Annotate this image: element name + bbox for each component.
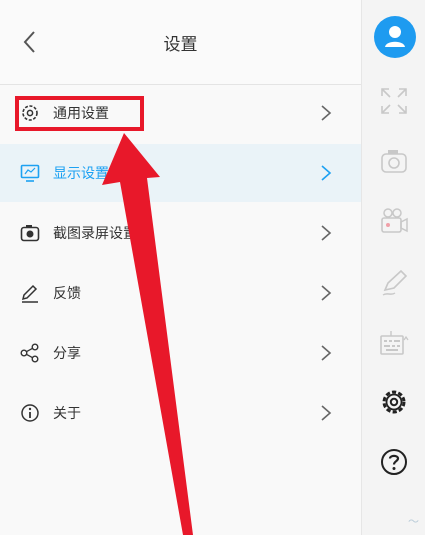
highlight-box bbox=[15, 96, 144, 131]
camera-icon[interactable] bbox=[379, 146, 409, 176]
menu-item-screenshot[interactable]: 截图录屏设置 bbox=[0, 204, 361, 262]
page-title: 设置 bbox=[163, 35, 198, 55]
chevron-right-icon bbox=[321, 345, 332, 361]
right-toolbar bbox=[361, 0, 425, 535]
expand-icon[interactable] bbox=[379, 86, 409, 116]
monitor-icon bbox=[20, 164, 40, 182]
menu-item-display[interactable]: 显示设置 bbox=[0, 144, 361, 202]
gear-icon[interactable] bbox=[379, 387, 409, 417]
watermark: 〜 bbox=[408, 515, 419, 528]
chevron-right-icon bbox=[321, 165, 332, 181]
menu-item-label: 反馈 bbox=[53, 286, 81, 302]
video-camera-icon[interactable] bbox=[379, 206, 409, 236]
info-icon bbox=[21, 404, 39, 422]
settings-panel: 设置 通用设置 显示设置 截图录屏设置 反馈 分享 关于 bbox=[0, 0, 361, 535]
chevron-right-icon bbox=[321, 285, 332, 301]
menu-item-label: 截图录屏设置 bbox=[53, 226, 137, 242]
pen-icon[interactable] bbox=[379, 268, 409, 298]
avatar[interactable] bbox=[374, 16, 416, 58]
menu-item-label: 显示设置 bbox=[53, 166, 109, 182]
pencil-icon bbox=[21, 284, 38, 303]
menu-item-share[interactable]: 分享 bbox=[0, 324, 361, 382]
menu-item-label: 分享 bbox=[53, 346, 81, 362]
menu-item-label: 关于 bbox=[53, 406, 81, 422]
keyboard-icon[interactable] bbox=[379, 328, 409, 358]
share-icon bbox=[20, 343, 39, 363]
chevron-right-icon bbox=[321, 105, 332, 121]
chevron-right-icon bbox=[321, 405, 332, 421]
help-icon[interactable] bbox=[379, 447, 409, 477]
chevron-right-icon bbox=[321, 225, 332, 241]
menu-item-about[interactable]: 关于 bbox=[0, 384, 361, 442]
camera-icon bbox=[20, 225, 40, 242]
settings-header: 设置 bbox=[0, 0, 361, 85]
user-icon bbox=[385, 26, 405, 47]
menu-item-feedback[interactable]: 反馈 bbox=[0, 264, 361, 322]
